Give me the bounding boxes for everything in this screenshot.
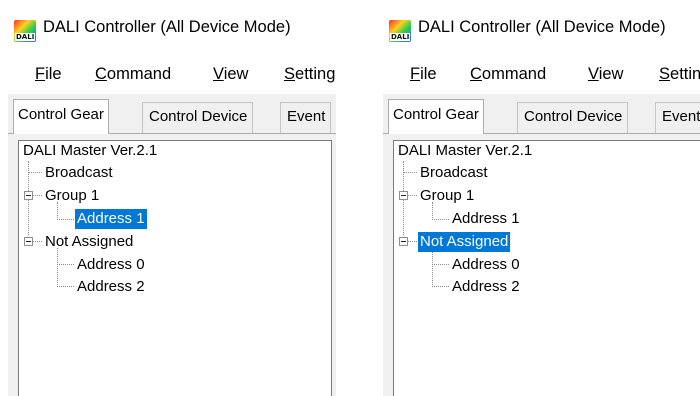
tree-node-address0[interactable]: Address 0	[75, 255, 147, 275]
tree-node-root[interactable]: DALI Master Ver.2.1	[396, 141, 534, 161]
collapse-not-assigned-icon[interactable]	[24, 237, 33, 246]
tree-connector	[408, 241, 417, 242]
device-tree[interactable]: DALI Master Ver.2.1 Broadcast Group 1 Ad…	[393, 140, 700, 396]
tree-connector	[57, 248, 58, 287]
collapse-not-assigned-icon[interactable]	[399, 237, 408, 246]
title-bar: DALI DALI Controller (All Device Mode)	[383, 0, 700, 58]
tab-strip: Control Gear Control Device Event	[8, 94, 336, 134]
tab-strip: Control Gear Control Device Event	[383, 94, 700, 134]
tree-connector	[432, 248, 433, 287]
screenshot-right: DALI DALI Controller (All Device Mode) F…	[383, 0, 700, 396]
tree-connector	[432, 264, 449, 265]
tab-control-gear[interactable]: Control Gear	[388, 99, 484, 134]
tree-node-address2[interactable]: Address 2	[75, 277, 147, 297]
tab-event[interactable]: Event	[280, 102, 332, 133]
dali-app-icon: DALI	[389, 20, 411, 42]
tree-connector	[403, 172, 417, 173]
tree-connector	[57, 286, 74, 287]
tree-connector	[57, 219, 74, 220]
tab-control-device[interactable]: Control Device	[517, 102, 629, 133]
tree-connector	[33, 241, 42, 242]
screenshot-left: DALI DALI Controller (All Device Mode) F…	[8, 0, 336, 396]
tree-node-not-assigned[interactable]: Not Assigned	[43, 232, 135, 252]
tree-connector	[408, 195, 417, 196]
tree-connector	[57, 264, 74, 265]
collapse-group1-icon[interactable]	[24, 191, 33, 200]
tree-node-root[interactable]: DALI Master Ver.2.1	[21, 141, 159, 161]
window-title: DALI Controller (All Device Mode)	[418, 18, 666, 36]
tree-connector	[432, 286, 449, 287]
menu-settings[interactable]: Settings	[659, 65, 700, 84]
menu-file[interactable]: File	[35, 65, 62, 84]
tree-node-group1[interactable]: Group 1	[43, 186, 101, 206]
tree-node-group1[interactable]: Group 1	[418, 186, 476, 206]
window-title: DALI Controller (All Device Mode)	[43, 18, 291, 36]
tree-connector	[33, 195, 42, 196]
tab-control-device[interactable]: Control Device	[142, 102, 254, 133]
collapse-group1-icon[interactable]	[399, 191, 408, 200]
device-tree[interactable]: DALI Master Ver.2.1 Broadcast Group 1 Ad…	[18, 140, 332, 396]
title-bar: DALI DALI Controller (All Device Mode)	[8, 0, 336, 58]
menu-settings[interactable]: Settings	[284, 65, 336, 84]
tab-event[interactable]: Event	[655, 102, 700, 133]
tree-connector	[432, 219, 449, 220]
menu-file[interactable]: File	[410, 65, 437, 84]
tree-node-not-assigned[interactable]: Not Assigned	[418, 232, 511, 252]
tab-control-gear[interactable]: Control Gear	[13, 99, 109, 134]
tree-node-address1[interactable]: Address 1	[75, 209, 147, 229]
tree-node-broadcast[interactable]: Broadcast	[43, 163, 115, 183]
dali-app-icon: DALI	[14, 20, 36, 42]
menu-bar: File Command View Settings	[383, 58, 700, 94]
tree-connector	[28, 172, 42, 173]
tree-node-address0[interactable]: Address 0	[450, 255, 522, 275]
menu-command[interactable]: Command	[95, 65, 171, 84]
menu-view[interactable]: View	[588, 65, 623, 84]
tree-node-address1[interactable]: Address 1	[450, 209, 522, 229]
tree-node-address2[interactable]: Address 2	[450, 277, 522, 297]
menu-view[interactable]: View	[213, 65, 248, 84]
tree-node-broadcast[interactable]: Broadcast	[418, 163, 490, 183]
menu-command[interactable]: Command	[470, 65, 546, 84]
menu-bar: File Command View Settings	[8, 58, 336, 94]
